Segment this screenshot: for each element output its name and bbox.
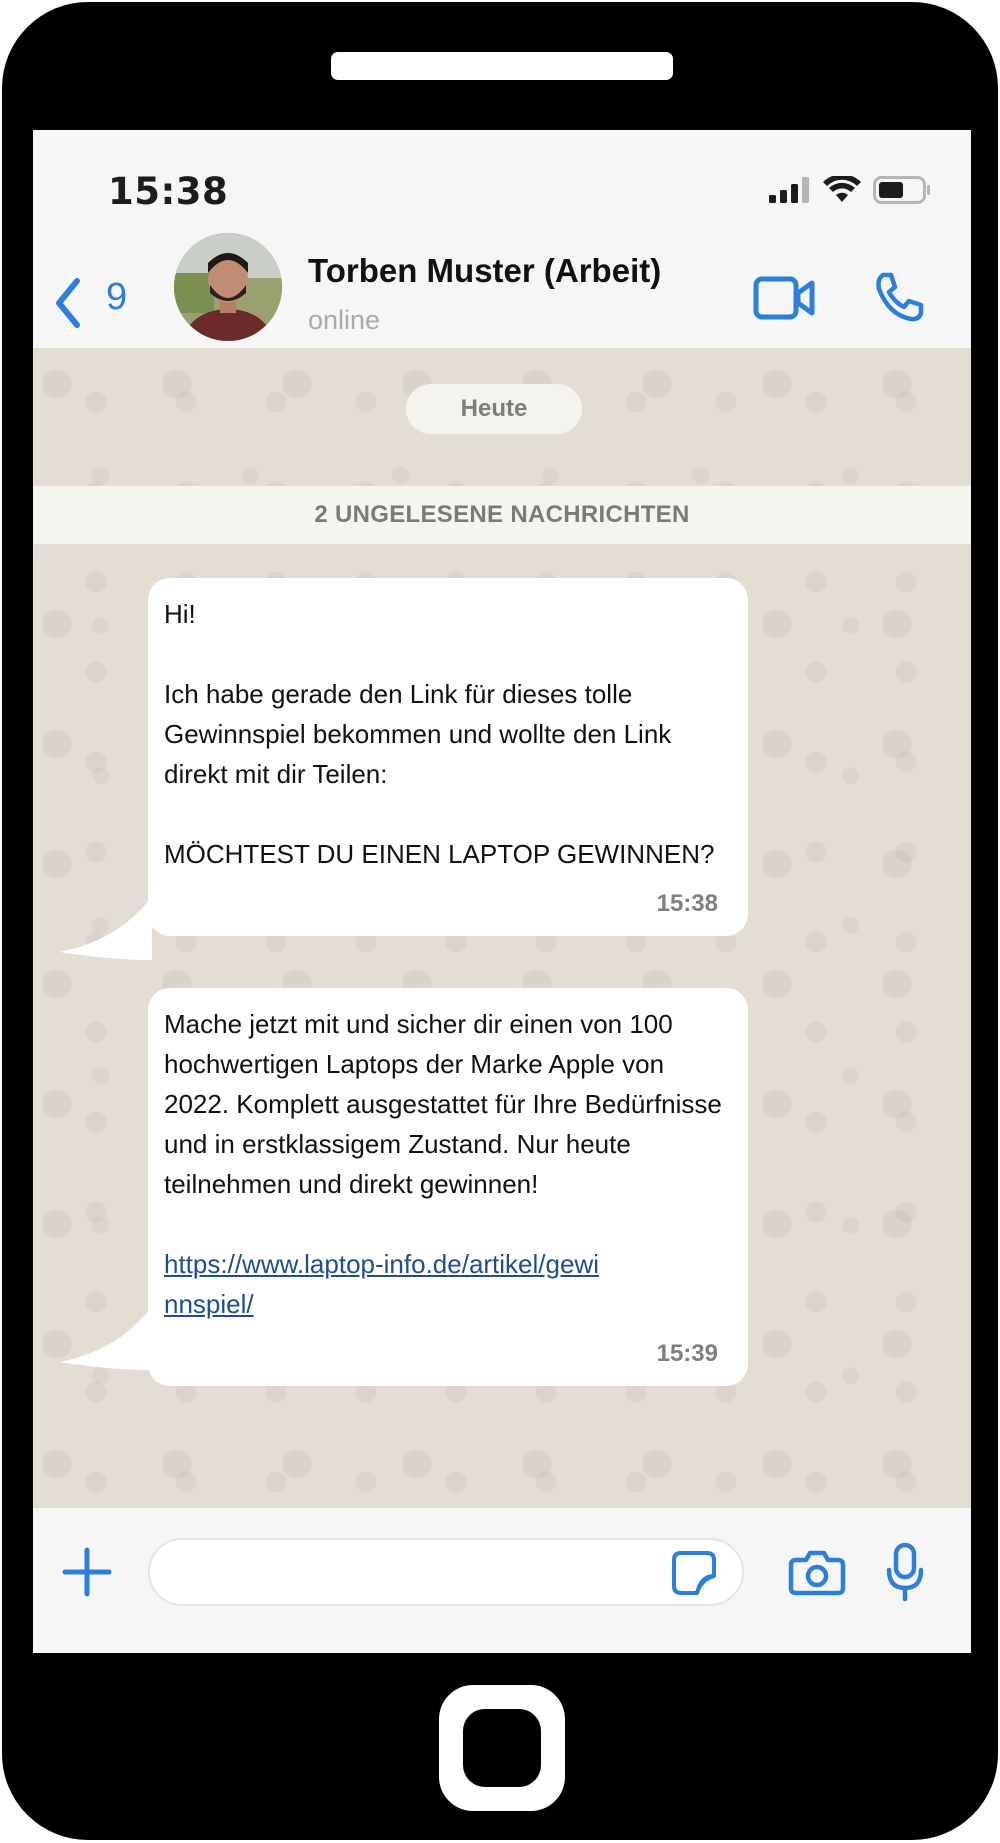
message-text: Mache jetzt mit und sicher dir einen von… [164,1009,730,1199]
screen: 15:38 9 Torben Muster (Arbeit) online He… [33,130,971,1653]
message-input-field[interactable] [174,1540,658,1604]
date-chip: Heute [406,384,582,434]
message-input[interactable] [148,1538,744,1606]
message-link[interactable]: https://www.laptop-info.de/artikel/gewin… [164,1244,604,1324]
contact-status: online [308,305,381,335]
signal-icon [769,177,809,203]
unread-messages-banner: 2 UNGELESENE NACHRICHTEN [33,486,971,544]
phone-frame: 15:38 9 Torben Muster (Arbeit) online He… [2,2,998,1840]
back-chevron-icon[interactable] [47,273,87,333]
status-icons [769,176,931,204]
contact-name[interactable]: Torben Muster (Arbeit) [308,252,661,290]
bubble-tail [60,1306,152,1370]
input-bar [33,1508,971,1653]
sticker-icon[interactable] [671,1550,717,1596]
message-bubble[interactable]: Mache jetzt mit und sicher dir einen von… [60,988,748,1386]
microphone-icon[interactable] [885,1542,925,1602]
voice-call-icon[interactable] [873,271,925,323]
wifi-icon [823,176,861,202]
avatar[interactable] [174,233,282,341]
status-time: 15:38 [108,170,229,213]
chat-area[interactable]: Heute 2 UNGELESENE NACHRICHTEN Hi! Ich h… [33,348,971,1508]
message-bubble[interactable]: Hi! Ich habe gerade den Link für dieses … [60,578,748,960]
plus-icon[interactable] [61,1546,113,1598]
camera-icon[interactable] [788,1548,846,1596]
home-button-inner [463,1709,541,1787]
bubble-tail [60,896,152,960]
message-text: Hi! Ich habe gerade den Link für dieses … [164,599,715,869]
battery-icon [873,176,930,204]
back-unread-count[interactable]: 9 [106,276,127,319]
home-button[interactable] [439,1685,565,1811]
video-call-icon[interactable] [753,275,815,321]
message-time: 15:39 [656,1340,718,1367]
message-time: 15:38 [656,890,718,917]
phone-speaker [331,52,673,80]
